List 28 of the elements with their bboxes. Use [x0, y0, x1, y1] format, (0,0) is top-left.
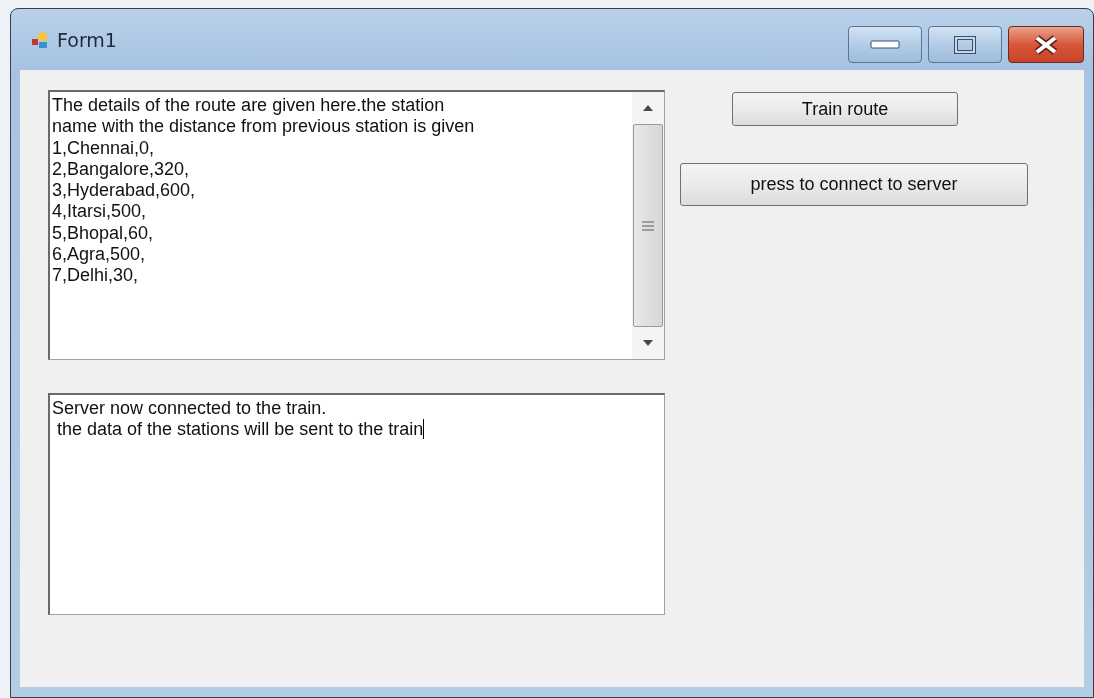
- grip-icon: [642, 219, 654, 232]
- route-text-line: 7,Delhi,30,: [52, 265, 139, 287]
- route-text-line: 3,Hyderabad,600,: [52, 180, 196, 202]
- route-text-area[interactable]: [48, 90, 665, 360]
- window-title: Form1: [57, 28, 118, 51]
- scroll-thumb[interactable]: [633, 124, 663, 327]
- server-text-area[interactable]: Server now connected to the train. the data of the stations will be sent to the train: [48, 393, 665, 615]
- route-text-line: 1,Chennai,0,: [52, 137, 155, 159]
- server-text-line: the data of the stations will be sent to the train: [56, 419, 425, 441]
- maximize-button[interactable]: [928, 26, 1002, 63]
- connect-button[interactable]: press to connect to server: [680, 163, 1028, 206]
- route-text-line: 6,Agra,500,: [52, 244, 146, 266]
- scroll-up-icon[interactable]: [642, 104, 654, 112]
- scroll-down-icon[interactable]: [642, 339, 654, 347]
- app-icon: [31, 30, 49, 49]
- minimize-button[interactable]: [848, 26, 922, 63]
- route-text-line: name with the distance from previous station is given: [52, 116, 475, 138]
- close-icon: [1032, 33, 1060, 56]
- close-button[interactable]: [1008, 26, 1084, 63]
- maximize-icon: [954, 35, 976, 54]
- route-text-line: The details of the route are given here.the station: [52, 95, 445, 117]
- train-route-button[interactable]: Train route: [732, 92, 958, 126]
- route-text-line: 5,Bhopal,60,: [52, 222, 154, 245]
- minimize-icon: [870, 39, 900, 50]
- scroll-bar[interactable]: [632, 92, 664, 359]
- route-text-line: 2,Bangalore,320,: [52, 158, 190, 181]
- route-text-line: 4,Itarsi,500,: [52, 201, 147, 223]
- server-text-line: Server now connected to the train.: [52, 398, 327, 420]
